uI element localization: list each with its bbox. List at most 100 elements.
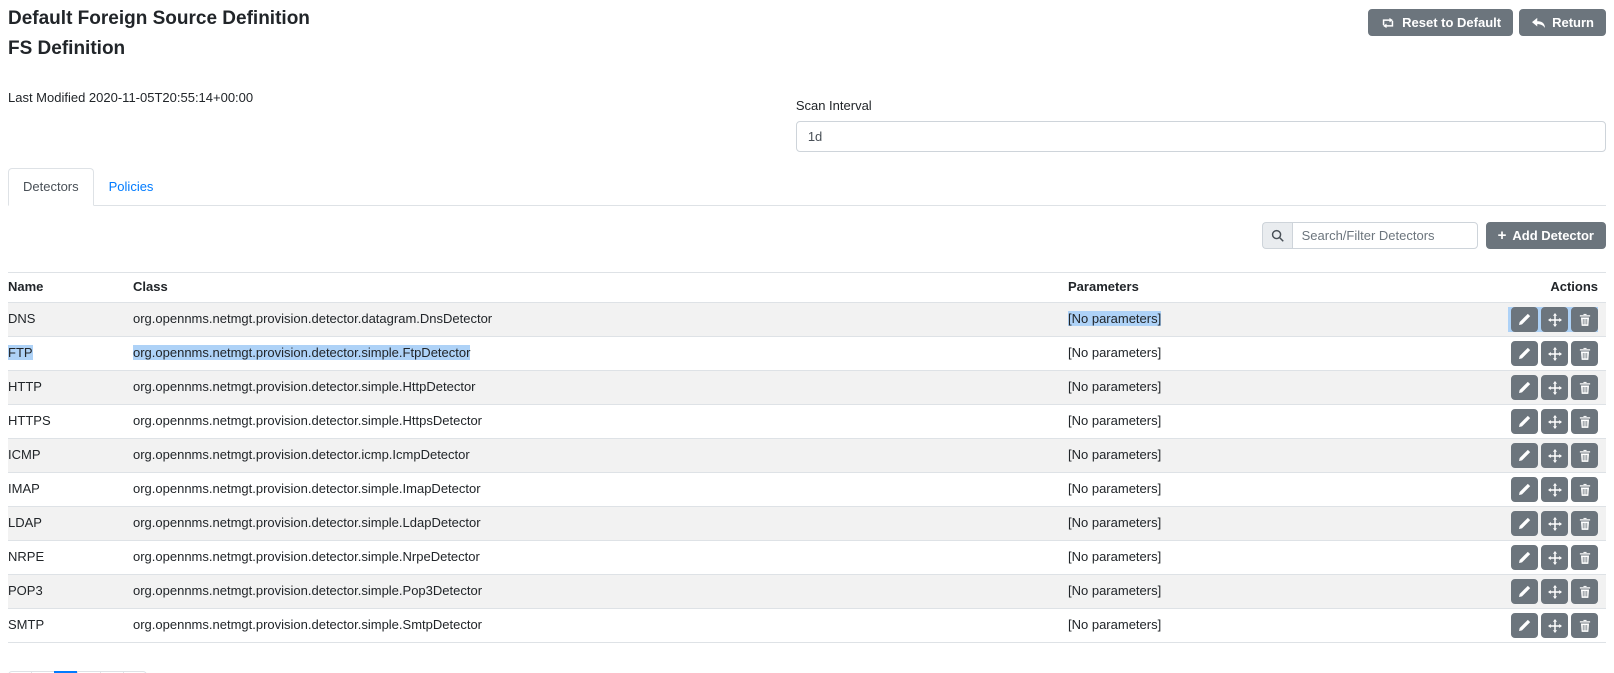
table-row: HTTPSorg.opennms.netmgt.provision.detect… (8, 405, 1606, 439)
move-detector-button[interactable] (1541, 341, 1568, 366)
delete-detector-button[interactable] (1571, 477, 1598, 502)
cell-class: org.opennms.netmgt.provision.detector.ic… (133, 439, 1068, 473)
arrows-move-icon (1548, 585, 1562, 599)
pencil-icon (1518, 381, 1531, 394)
move-detector-button[interactable] (1541, 613, 1568, 638)
scan-interval-input[interactable] (796, 121, 1606, 152)
tab-bar: DetectorsPolicies (8, 168, 1606, 206)
retweet-icon (1380, 17, 1396, 29)
cell-actions (1460, 541, 1606, 575)
move-detector-button[interactable] (1541, 477, 1568, 502)
edit-detector-button[interactable] (1511, 341, 1538, 366)
edit-detector-button[interactable] (1511, 545, 1538, 570)
arrows-move-icon (1548, 381, 1562, 395)
search-addon (1262, 222, 1292, 249)
tab-detectors[interactable]: Detectors (8, 168, 94, 206)
search-icon (1271, 229, 1284, 242)
tab-policies[interactable]: Policies (94, 168, 169, 206)
edit-detector-button[interactable] (1511, 409, 1538, 434)
delete-detector-button[interactable] (1571, 511, 1598, 536)
arrows-move-icon (1548, 415, 1562, 429)
table-row: HTTPorg.opennms.netmgt.provision.detecto… (8, 371, 1606, 405)
return-button[interactable]: Return (1519, 9, 1606, 36)
cell-class: org.opennms.netmgt.provision.detector.si… (133, 473, 1068, 507)
search-group (1262, 222, 1478, 249)
cell-actions (1460, 303, 1606, 337)
cell-actions (1460, 337, 1606, 371)
move-detector-button[interactable] (1541, 307, 1568, 332)
page-header: Default Foreign Source Definition FS Def… (8, 8, 1606, 61)
cell-name: DNS (8, 303, 133, 337)
move-detector-button[interactable] (1541, 545, 1568, 570)
move-detector-button[interactable] (1541, 375, 1568, 400)
cell-name: LDAP (8, 507, 133, 541)
edit-detector-button[interactable] (1511, 511, 1538, 536)
cell-actions (1460, 439, 1606, 473)
cell-class: org.opennms.netmgt.provision.detector.si… (133, 405, 1068, 439)
move-detector-button[interactable] (1541, 511, 1568, 536)
trash-icon (1579, 551, 1591, 565)
page-title: Default Foreign Source Definition (8, 8, 310, 31)
cell-parameters: [No parameters] (1068, 303, 1460, 337)
trash-icon (1579, 483, 1591, 497)
header-actions: Reset to Default Return (1368, 9, 1606, 36)
delete-detector-button[interactable] (1571, 579, 1598, 604)
delete-detector-button[interactable] (1571, 409, 1598, 434)
edit-detector-button[interactable] (1511, 307, 1538, 332)
delete-detector-button[interactable] (1571, 375, 1598, 400)
pencil-icon (1518, 483, 1531, 496)
move-detector-button[interactable] (1541, 579, 1568, 604)
delete-detector-button[interactable] (1571, 545, 1598, 570)
edit-detector-button[interactable] (1511, 477, 1538, 502)
arrows-move-icon (1548, 551, 1562, 565)
add-detector-button[interactable]: + Add Detector (1486, 222, 1606, 249)
cell-actions (1460, 473, 1606, 507)
cell-name: HTTPS (8, 405, 133, 439)
cell-name: NRPE (8, 541, 133, 575)
arrows-move-icon (1548, 347, 1562, 361)
cell-name: IMAP (8, 473, 133, 507)
cell-name: FTP (8, 337, 133, 371)
trash-icon (1579, 517, 1591, 531)
arrows-move-icon (1548, 483, 1562, 497)
cell-actions (1460, 609, 1606, 643)
cell-class: org.opennms.netmgt.provision.detector.si… (133, 609, 1068, 643)
cell-class: org.opennms.netmgt.provision.detector.si… (133, 371, 1068, 405)
move-detector-button[interactable] (1541, 409, 1568, 434)
cell-parameters: [No parameters] (1068, 439, 1460, 473)
trash-icon (1579, 415, 1591, 429)
reset-to-default-button[interactable]: Reset to Default (1368, 9, 1513, 36)
pencil-icon (1518, 517, 1531, 530)
plus-icon: + (1498, 228, 1507, 243)
cell-class: org.opennms.netmgt.provision.detector.da… (133, 303, 1068, 337)
edit-detector-button[interactable] (1511, 613, 1538, 638)
edit-detector-button[interactable] (1511, 443, 1538, 468)
edit-detector-button[interactable] (1511, 579, 1538, 604)
delete-detector-button[interactable] (1571, 341, 1598, 366)
pencil-icon (1518, 585, 1531, 598)
cell-parameters: [No parameters] (1068, 541, 1460, 575)
cell-parameters: [No parameters] (1068, 473, 1460, 507)
title-block: Default Foreign Source Definition FS Def… (8, 8, 310, 61)
column-header-parameters: Parameters (1068, 273, 1460, 303)
delete-detector-button[interactable] (1571, 443, 1598, 468)
last-modified-text: Last Modified 2020-11-05T20:55:14+00:00 (8, 89, 796, 153)
pencil-icon (1518, 551, 1531, 564)
table-row: DNSorg.opennms.netmgt.provision.detector… (8, 303, 1606, 337)
search-input[interactable] (1292, 222, 1478, 249)
cell-class: org.opennms.netmgt.provision.detector.si… (133, 575, 1068, 609)
trash-icon (1579, 619, 1591, 633)
delete-detector-button[interactable] (1571, 613, 1598, 638)
trash-icon (1579, 313, 1591, 327)
edit-detector-button[interactable] (1511, 375, 1538, 400)
cell-parameters: [No parameters] (1068, 371, 1460, 405)
cell-name: HTTP (8, 371, 133, 405)
cell-actions (1460, 371, 1606, 405)
cell-actions (1460, 575, 1606, 609)
delete-detector-button[interactable] (1571, 307, 1598, 332)
cell-actions (1460, 507, 1606, 541)
cell-class: org.opennms.netmgt.provision.detector.si… (133, 507, 1068, 541)
move-detector-button[interactable] (1541, 443, 1568, 468)
pencil-icon (1518, 449, 1531, 462)
column-header-name: Name (8, 273, 133, 303)
